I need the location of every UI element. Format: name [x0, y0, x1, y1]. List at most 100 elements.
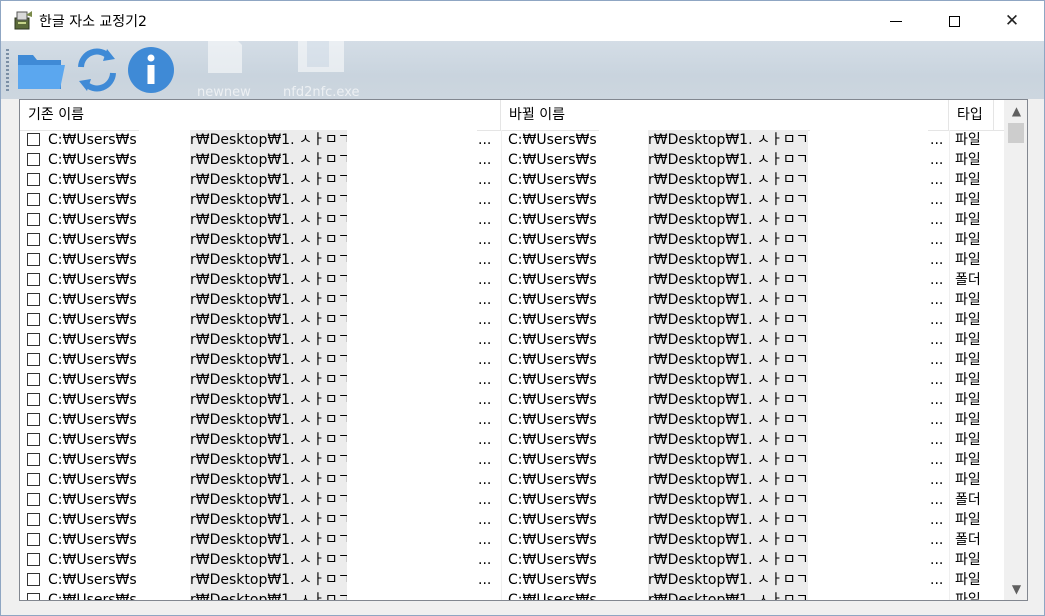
original-path-start: C:₩Users₩s: [48, 172, 137, 188]
column-header-new[interactable]: 바뀔 이름: [501, 100, 949, 130]
redacted-area: [599, 290, 648, 310]
row-checkbox[interactable]: [27, 253, 40, 266]
close-button[interactable]: ✕: [983, 1, 1041, 41]
scroll-thumb[interactable]: [1008, 123, 1024, 143]
row-type: 파일: [955, 452, 981, 468]
redacted-area: [810, 390, 928, 410]
row-checkbox[interactable]: [27, 553, 40, 566]
new-path-start: C:₩Users₩s: [508, 452, 597, 468]
table-row[interactable]: C:₩Users₩s r₩Desktop₩1. ㅅㅏㅁㄱ ... C:₩User…: [20, 390, 1004, 410]
table-row[interactable]: C:₩Users₩s r₩Desktop₩1. ㅅㅏㅁㄱ ... C:₩User…: [20, 330, 1004, 350]
redacted-area: [599, 350, 648, 370]
redacted-area: [347, 210, 477, 230]
refresh-button[interactable]: [71, 45, 123, 95]
redacted-area: [347, 530, 477, 550]
row-checkbox[interactable]: [27, 533, 40, 546]
table-row[interactable]: C:₩Users₩s r₩Desktop₩1. ㅅㅏㅁㄱ ... C:₩User…: [20, 150, 1004, 170]
table-row[interactable]: C:₩Users₩s r₩Desktop₩1. ㅅㅏㅁㄱ ... C:₩User…: [20, 490, 1004, 510]
table-row[interactable]: C:₩Users₩s r₩Desktop₩1. ㅅㅏㅁㄱ ... C:₩User…: [20, 170, 1004, 190]
minimize-button[interactable]: [867, 1, 925, 41]
table-row[interactable]: C:₩Users₩s r₩Desktop₩1. ㅅㅏㅁㄱ ... C:₩User…: [20, 550, 1004, 570]
row-checkbox[interactable]: [27, 273, 40, 286]
row-checkbox[interactable]: [27, 413, 40, 426]
row-checkbox[interactable]: [27, 573, 40, 586]
redacted-area: [139, 510, 190, 530]
redacted-area: [810, 590, 928, 600]
redacted-area: [139, 170, 190, 190]
table-row[interactable]: C:₩Users₩s r₩Desktop₩1. ㅅㅏㅁㄱ ... C:₩User…: [20, 210, 1004, 230]
row-checkbox[interactable]: [27, 213, 40, 226]
redacted-area: [810, 570, 928, 590]
row-type: 파일: [955, 332, 981, 348]
row-checkbox[interactable]: [27, 313, 40, 326]
table-row[interactable]: C:₩Users₩s r₩Desktop₩1. ㅅㅏㅁㄱ ... C:₩User…: [20, 590, 1004, 600]
row-type: 파일: [955, 552, 981, 568]
original-path-start: C:₩Users₩s: [48, 472, 137, 488]
title-bar[interactable]: 한글 자소 교정기2 ✕: [1, 1, 1044, 41]
row-checkbox[interactable]: [27, 473, 40, 486]
redacted-area: [810, 170, 928, 190]
redacted-area: [347, 510, 477, 530]
row-checkbox[interactable]: [27, 373, 40, 386]
file-list[interactable]: 기존 이름 바뀔 이름 타입 C:₩Users₩s r₩Desktop₩1. ㅅ…: [19, 99, 1028, 601]
redacted-area: [599, 490, 648, 510]
original-path-start: C:₩Users₩s: [48, 492, 137, 508]
row-checkbox[interactable]: [27, 353, 40, 366]
table-row[interactable]: C:₩Users₩s r₩Desktop₩1. ㅅㅏㅁㄱ ... C:₩User…: [20, 270, 1004, 290]
table-row[interactable]: C:₩Users₩s r₩Desktop₩1. ㅅㅏㅁㄱ ... C:₩User…: [20, 230, 1004, 250]
table-row[interactable]: C:₩Users₩s r₩Desktop₩1. ㅅㅏㅁㄱ ... C:₩User…: [20, 130, 1004, 150]
row-type: 파일: [955, 132, 981, 148]
table-row[interactable]: C:₩Users₩s r₩Desktop₩1. ㅅㅏㅁㄱ ... C:₩User…: [20, 530, 1004, 550]
redacted-area: [347, 170, 477, 190]
redacted-area: [139, 370, 190, 390]
column-header-original[interactable]: 기존 이름: [20, 100, 501, 130]
table-row[interactable]: C:₩Users₩s r₩Desktop₩1. ㅅㅏㅁㄱ ... C:₩User…: [20, 510, 1004, 530]
redacted-area: [139, 410, 190, 430]
table-row[interactable]: C:₩Users₩s r₩Desktop₩1. ㅅㅏㅁㄱ ... C:₩User…: [20, 410, 1004, 430]
table-row[interactable]: C:₩Users₩s r₩Desktop₩1. ㅅㅏㅁㄱ ... C:₩User…: [20, 290, 1004, 310]
info-button[interactable]: [125, 45, 177, 95]
table-row[interactable]: C:₩Users₩s r₩Desktop₩1. ㅅㅏㅁㄱ ... C:₩User…: [20, 190, 1004, 210]
row-checkbox[interactable]: [27, 293, 40, 306]
scroll-down-button[interactable]: ▼: [1005, 578, 1027, 600]
new-ellipsis: ...: [930, 512, 944, 528]
original-path-middle: r₩Desktop₩1. ㅅㅏㅁㄱ: [190, 332, 350, 348]
row-checkbox[interactable]: [27, 133, 40, 146]
row-checkbox[interactable]: [27, 193, 40, 206]
table-row[interactable]: C:₩Users₩s r₩Desktop₩1. ㅅㅏㅁㄱ ... C:₩User…: [20, 350, 1004, 370]
column-header-type[interactable]: 타입: [949, 100, 994, 130]
redacted-area: [599, 590, 648, 600]
maximize-button[interactable]: [925, 1, 983, 41]
toolbar-grip[interactable]: [6, 49, 9, 91]
vertical-scrollbar[interactable]: ▲ ▼: [1004, 100, 1027, 600]
original-path-start: C:₩Users₩s: [48, 372, 137, 388]
row-checkbox[interactable]: [27, 333, 40, 346]
row-checkbox[interactable]: [27, 153, 40, 166]
open-folder-button[interactable]: [15, 45, 67, 95]
table-row[interactable]: C:₩Users₩s r₩Desktop₩1. ㅅㅏㅁㄱ ... C:₩User…: [20, 450, 1004, 470]
row-checkbox[interactable]: [27, 593, 40, 600]
table-row[interactable]: C:₩Users₩s r₩Desktop₩1. ㅅㅏㅁㄱ ... C:₩User…: [20, 570, 1004, 590]
row-checkbox[interactable]: [27, 513, 40, 526]
table-row[interactable]: C:₩Users₩s r₩Desktop₩1. ㅅㅏㅁㄱ ... C:₩User…: [20, 310, 1004, 330]
original-path-middle: r₩Desktop₩1. ㅅㅏㅁㄱ: [190, 392, 350, 408]
table-row[interactable]: C:₩Users₩s r₩Desktop₩1. ㅅㅏㅁㄱ ... C:₩User…: [20, 430, 1004, 450]
table-row[interactable]: C:₩Users₩s r₩Desktop₩1. ㅅㅏㅁㄱ ... C:₩User…: [20, 470, 1004, 490]
redacted-area: [347, 230, 477, 250]
new-ellipsis: ...: [930, 252, 944, 268]
row-checkbox[interactable]: [27, 433, 40, 446]
row-checkbox[interactable]: [27, 453, 40, 466]
scroll-up-button[interactable]: ▲: [1005, 100, 1027, 122]
new-ellipsis: ...: [930, 372, 944, 388]
row-checkbox[interactable]: [27, 493, 40, 506]
table-row[interactable]: C:₩Users₩s r₩Desktop₩1. ㅅㅏㅁㄱ ... C:₩User…: [20, 250, 1004, 270]
row-type: 폴더: [955, 492, 981, 508]
row-type: 폴더: [955, 532, 981, 548]
row-checkbox[interactable]: [27, 233, 40, 246]
table-row[interactable]: C:₩Users₩s r₩Desktop₩1. ㅅㅏㅁㄱ ... C:₩User…: [20, 370, 1004, 390]
row-checkbox[interactable]: [27, 393, 40, 406]
new-ellipsis: ...: [930, 292, 944, 308]
list-rows: C:₩Users₩s r₩Desktop₩1. ㅅㅏㅁㄱ ... C:₩User…: [20, 130, 1004, 600]
desktop-exe-icon: [298, 36, 344, 72]
row-checkbox[interactable]: [27, 173, 40, 186]
